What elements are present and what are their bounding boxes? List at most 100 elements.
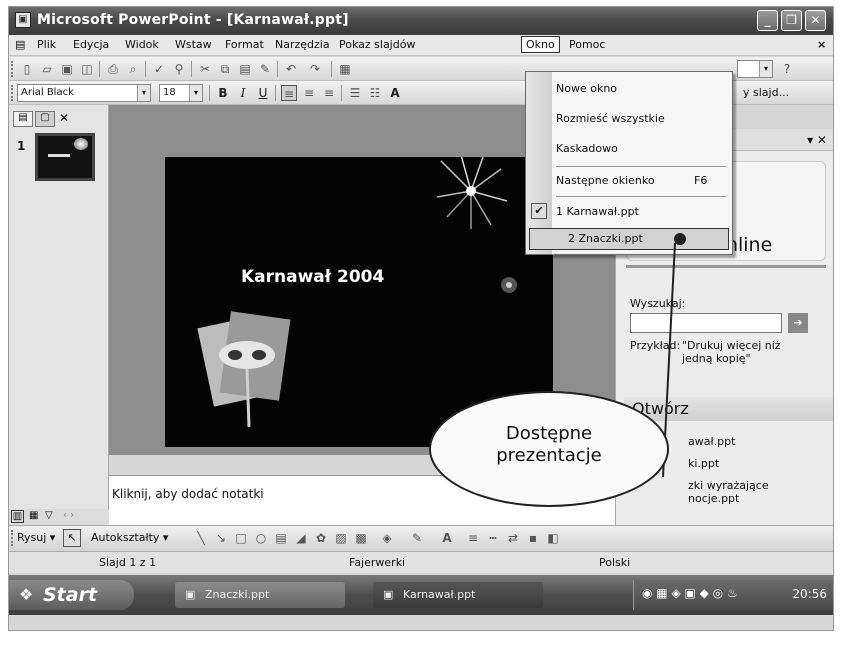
close-button[interactable]: ✕ [805,10,826,31]
start-button[interactable]: ❖ Start [9,580,134,610]
bold-button[interactable]: B [215,85,231,101]
align-left-icon[interactable]: ≡ [281,85,297,101]
document-icon[interactable]: ▤ [15,38,25,51]
clipart-icon[interactable]: ▨ [333,530,349,546]
recent-file-3[interactable]: zki wyrażające [688,479,769,492]
dash-style-icon[interactable]: ┅ [485,530,501,546]
font-size-combo[interactable]: 18 ▾ [159,84,203,102]
minimize-button[interactable]: _ [757,10,778,31]
spelling-icon[interactable]: ✓ [151,61,167,77]
numbering-icon[interactable]: ☰ [347,85,363,101]
menu-item-new-window[interactable]: Nowe okno [556,82,617,95]
recent-file-1[interactable]: awał.ppt [688,435,735,448]
underline-button[interactable]: U [255,85,271,101]
slides-tab[interactable]: ▢ [35,111,55,127]
redo-icon[interactable]: ↷ [307,61,323,77]
fill-color-icon[interactable]: ◈ [379,530,395,546]
toolbar-grip[interactable] [11,530,14,546]
wordart-icon[interactable]: ◢ [293,530,309,546]
rectangle-icon[interactable]: □ [233,530,249,546]
italic-button[interactable]: I [235,85,251,101]
toolbar-grip[interactable] [11,61,14,77]
recent-file-3-cont[interactable]: nocje.ppt [688,492,739,505]
window-menu-dropdown: Nowe okno Rozmieść wszystkie Kaskadowo N… [525,71,733,255]
autoshapes-menu-button[interactable]: Autokształty ▾ [91,531,168,544]
format-painter-icon[interactable]: ✎ [257,61,273,77]
powerpoint-app-icon[interactable]: ▣ [15,12,31,28]
menu-format[interactable]: Format [225,38,264,51]
shadow-icon[interactable]: ▪ [525,530,541,546]
menu-item-cascade[interactable]: Kaskadowo [556,142,618,155]
taskbar-button-znaczki[interactable]: ▣ Znaczki.ppt [175,582,345,608]
undo-icon[interactable]: ↶ [283,61,299,77]
menu-pomoc[interactable]: Pomoc [569,38,605,51]
font-color-icon[interactable]: A [439,530,455,546]
oval-icon[interactable]: ○ [253,530,269,546]
recent-file-2[interactable]: ki.ppt [688,457,719,470]
menu-edycja[interactable]: Edycja [73,38,109,51]
increase-font-icon[interactable]: A [387,85,403,101]
select-pointer-icon[interactable]: ↖ [63,529,81,547]
arrow-icon[interactable]: ↘ [213,530,229,546]
picture-icon[interactable]: ▩ [353,530,369,546]
line-color-icon[interactable]: ✎ [409,530,425,546]
help-icon[interactable]: ? [779,61,795,77]
toolbar-separator [99,61,100,77]
new-slide-button[interactable]: y slajd... [743,86,789,99]
chart-icon[interactable]: ▦ [337,61,353,77]
permission-icon[interactable]: ◫ [79,61,95,77]
open-icon[interactable]: ▱ [39,61,55,77]
menu-wstaw[interactable]: Wstaw [175,38,212,51]
outline-tab[interactable]: ▤ [13,111,33,127]
sorter-view-icon[interactable]: ▦ [29,510,38,521]
search-input[interactable] [630,313,782,333]
start-label: Start [43,584,98,606]
font-name-combo[interactable]: Arial Black ▾ [17,84,151,102]
tray-icons[interactable]: ◉ ▦ ◈ ▣ ◆ ◎ ♨ [642,586,738,600]
menu-narzedzia[interactable]: Narzędzia [275,38,330,51]
research-icon[interactable]: ⚲ [171,61,187,77]
normal-view-icon[interactable]: ▥ [11,510,24,523]
menu-pokaz-slajdow[interactable]: Pokaz slajdów [339,38,415,51]
task-pane-close-icon[interactable]: ▾ ✕ [807,133,827,147]
paste-icon[interactable]: ▤ [237,61,253,77]
close-pane-icon[interactable]: ✕ [59,111,69,125]
slideshow-view-icon[interactable]: ▽ [45,510,53,521]
3d-icon[interactable]: ◧ [545,530,561,546]
align-center-icon[interactable]: ≡ [301,85,317,101]
diagram-icon[interactable]: ✿ [313,530,329,546]
cut-icon[interactable]: ✂ [197,61,213,77]
powerpoint-file-icon: ▣ [383,588,394,601]
zoom-combo[interactable]: ▾ [737,60,773,78]
menu-widok[interactable]: Widok [125,38,159,51]
menu-item-next-pane[interactable]: Następne okienko [556,174,655,187]
menu-okno[interactable]: Okno [521,36,560,53]
line-style-icon[interactable]: ≡ [465,530,481,546]
close-document-button[interactable]: × [817,38,826,51]
slide-title[interactable]: Karnawał 2004 [241,267,421,287]
menu-item-znaczki[interactable]: 2 Znaczki.ppt [529,228,729,250]
callout-bubble: Dostępne prezentacje [429,391,669,507]
bullets-icon[interactable]: ☷ [367,85,383,101]
taskbar-button-karnawal[interactable]: ▣ Karnawał.ppt [373,582,543,608]
menu-item-znaczki-label: 2 Znaczki.ppt [568,232,643,245]
copy-icon[interactable]: ⧉ [217,61,233,77]
print-icon[interactable]: ⎙ [105,61,121,77]
search-go-icon[interactable]: ➔ [788,313,808,333]
menu-item-arrange-all[interactable]: Rozmieść wszystkie [556,112,665,125]
new-icon[interactable]: ▯ [19,61,35,77]
scroll-left-icon[interactable]: ‹ › [63,510,74,521]
menu-item-karnawal[interactable]: 1 Karnawał.ppt [556,205,639,218]
arrow-style-icon[interactable]: ⇄ [505,530,521,546]
slide-thumbnail[interactable] [35,133,95,181]
save-icon[interactable]: ▣ [59,61,75,77]
toolbar-grip[interactable] [11,85,14,101]
align-right-icon[interactable]: ≡ [321,85,337,101]
draw-menu-button[interactable]: Rysuj ▾ [17,531,55,544]
print-preview-icon[interactable]: ⌕ [125,61,141,77]
textbox-icon[interactable]: ▤ [273,530,289,546]
line-icon[interactable]: ╲ [193,530,209,546]
menu-plik[interactable]: Plik [37,38,56,51]
maximize-button[interactable]: ❐ [781,10,802,31]
slide-number: 1 [17,139,26,153]
